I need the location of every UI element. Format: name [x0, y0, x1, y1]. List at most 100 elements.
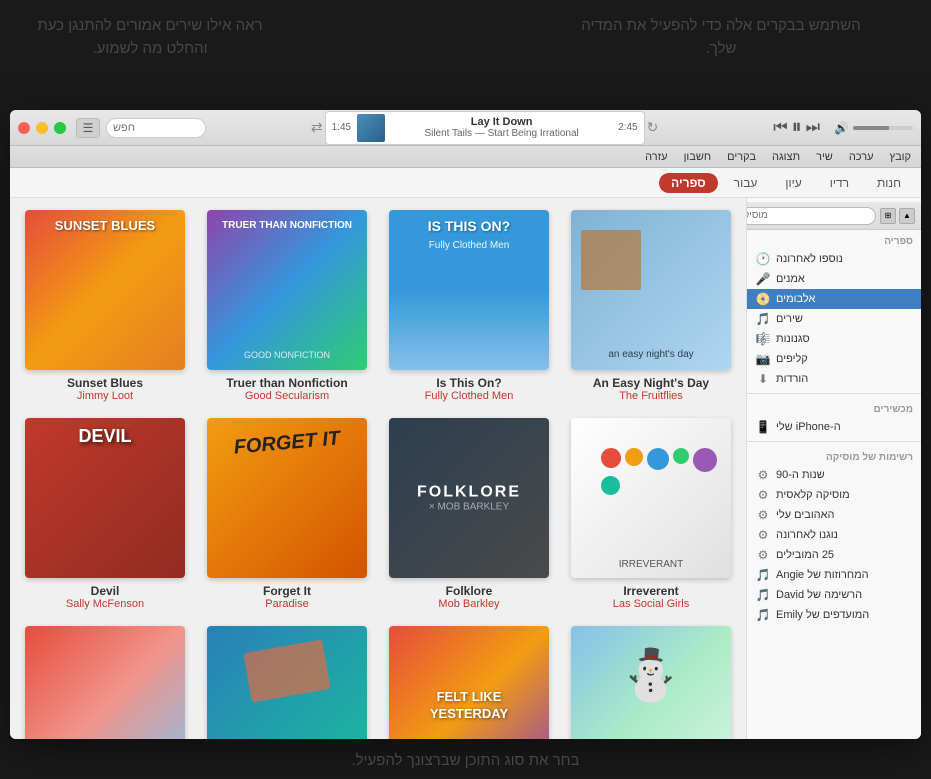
sidebar-header: ‹ › 🎵 ⊞ ▲: [747, 202, 921, 230]
sidebar-item-iphone[interactable]: ה-iPhone שלי 📱: [747, 417, 921, 437]
annotation-top-right: השתמש בבקרים אלה כדי להפעיל את המדיה שלך…: [571, 15, 871, 60]
tab-radio[interactable]: רדיו: [818, 173, 861, 193]
close-button[interactable]: [18, 122, 30, 134]
sidebar-icons: ⊞ ▲: [880, 208, 915, 224]
tab-library[interactable]: ספריה: [659, 173, 718, 193]
fast-forward-button[interactable]: ⏭: [806, 119, 820, 137]
albums-icon: 📀: [755, 292, 771, 306]
time-left: 1:45: [332, 122, 351, 133]
minimize-button[interactable]: [36, 122, 48, 134]
sidebar-divider-2: [747, 441, 921, 442]
track-subtitle: Silent Tails — Start Being Irrational: [391, 128, 612, 139]
album-artist: The Fruitflies: [619, 390, 683, 402]
play-pause-button[interactable]: ⏸: [792, 116, 802, 139]
album-item[interactable]: IS THIS ON? Fully Clothed Men Is This On…: [386, 210, 552, 402]
album-cover-easy: an easy night's day: [571, 210, 731, 370]
menu-account[interactable]: חשבון: [684, 151, 712, 163]
sidebar-item-favorites[interactable]: האהובים עלי ⚙: [747, 505, 921, 525]
album-item[interactable]: DEVIL Devil Sally McFenson: [22, 418, 188, 610]
playlist-top25-icon: ⚙: [755, 548, 771, 562]
sidebar-item-songs[interactable]: שירים 🎵: [747, 309, 921, 329]
album-name: Sunset Blues: [67, 376, 143, 390]
album-grid: SUNSET BLUES Sunset Blues Jimmy Loot TRU…: [22, 210, 734, 739]
album-cover-felt-like-yesterday: FELT LIKEYESTERDAY: [389, 626, 549, 739]
playlist-david-icon: 🎵: [755, 588, 771, 602]
menu-help[interactable]: עזרה: [645, 151, 667, 163]
iphone-icon: 📱: [755, 420, 771, 434]
album-item[interactable]: FOLKLORE × MOB BARKLEY Folklore Mob Bark…: [386, 418, 552, 610]
sidebar-item-emily[interactable]: המועדפים של Emily 🎵: [747, 605, 921, 625]
sidebar-item-artists[interactable]: אמנים 🎤: [747, 269, 921, 289]
album-name: Is This On?: [436, 376, 501, 390]
track-info: Lay It Down Silent Tails — Start Being I…: [391, 116, 612, 139]
sidebar-item-david[interactable]: הרשימה של David 🎵: [747, 585, 921, 605]
playlist-emily-icon: 🎵: [755, 608, 771, 622]
album-cover-isthis: IS THIS ON? Fully Clothed Men: [389, 210, 549, 370]
sidebar-item-90s[interactable]: שנות ה-90 ⚙: [747, 465, 921, 485]
list-view-button[interactable]: ☰: [76, 118, 100, 138]
sidebar-view-toggle[interactable]: ⊞: [880, 208, 896, 224]
now-playing-area: ⇄ 1:45 Lay It Down Silent Tails — Start …: [212, 111, 757, 145]
time-right: 2:45: [618, 122, 637, 133]
menu-view[interactable]: תצוגה: [772, 151, 800, 163]
album-item[interactable]: FELT LIKEYESTERDAY FELT LIKe YESTERDAY: [386, 626, 552, 739]
album-name: Folklore: [446, 584, 493, 598]
album-item[interactable]: TRUER THAN NONFICTION GOOD NONFICTION Tr…: [204, 210, 370, 402]
sidebar-item-classical[interactable]: מוסיקה קלאסית ⚙: [747, 485, 921, 505]
sidebar-item-recently-played[interactable]: נוגנו לאחרונה ⚙: [747, 525, 921, 545]
tab-store[interactable]: חנות: [865, 173, 913, 193]
sidebar-search-input[interactable]: [746, 207, 876, 225]
album-item[interactable]: FORGET IT Forget It Paradise: [204, 418, 370, 610]
menu-bar: עזרה חשבון בקרים תצוגה שיר ערכה קובץ: [10, 146, 921, 168]
album-cover-row3a: [25, 626, 185, 739]
album-name: Forget It: [263, 584, 311, 598]
album-item[interactable]: [204, 626, 370, 739]
album-item[interactable]: an easy night's day An Easy Night's Day …: [568, 210, 734, 402]
sidebar-item-clips[interactable]: קליפים 📷: [747, 349, 921, 369]
volume-icon: 🔊: [834, 121, 849, 135]
album-item[interactable]: ⛄: [568, 626, 734, 739]
sidebar-item-recently-added[interactable]: נוספו לאחרונה 🕐: [747, 249, 921, 269]
sidebar-item-genres[interactable]: סגנונות 🎼: [747, 329, 921, 349]
sidebar-section-library: ספריה: [747, 230, 921, 249]
repeat-button[interactable]: ↻: [645, 119, 661, 136]
shuffle-button[interactable]: ⇄: [309, 119, 325, 136]
playlist-favorites-icon: ⚙: [755, 508, 771, 522]
album-name: An Easy Night's Day: [593, 376, 709, 390]
sidebar-item-top25[interactable]: 25 המובילים ⚙: [747, 545, 921, 565]
album-item[interactable]: SUNSET BLUES Sunset Blues Jimmy Loot: [22, 210, 188, 402]
album-grid-container[interactable]: SUNSET BLUES Sunset Blues Jimmy Loot TRU…: [10, 198, 746, 739]
album-item[interactable]: IRREVERANT Irreverent Las Social Girls: [568, 418, 734, 610]
playlist-90s-icon: ⚙: [755, 468, 771, 482]
tab-browse[interactable]: עיון: [773, 173, 813, 193]
annotation-bottom: בחר את סוג התוכן שברצונך להפעיל.: [0, 752, 931, 769]
menu-edit[interactable]: ערכה: [849, 151, 874, 163]
album-item[interactable]: [22, 626, 188, 739]
tab-forward[interactable]: עבור: [722, 173, 770, 193]
sidebar-item-albums[interactable]: אלבומים 📀: [747, 289, 921, 309]
search-input[interactable]: [106, 118, 206, 138]
album-artist: Good Secularism: [245, 390, 329, 402]
menu-song[interactable]: שיר: [816, 151, 833, 163]
genres-icon: 🎼: [755, 332, 771, 346]
transport-controls: ⏮ ⏸ ⏭: [773, 116, 820, 139]
track-title: Lay It Down: [391, 116, 612, 128]
sidebar-options-button[interactable]: ▲: [899, 208, 915, 224]
volume-slider[interactable]: [853, 126, 913, 130]
album-cover-row3b: [207, 626, 367, 739]
clips-icon: 📷: [755, 352, 771, 366]
album-thumbnail: [357, 114, 385, 142]
album-artist: Jimmy Loot: [77, 390, 133, 402]
now-playing-widget: 1:45 Lay It Down Silent Tails — Start Be…: [325, 111, 645, 145]
playlist-angie-icon: 🎵: [755, 568, 771, 582]
itunes-window: ☰ ⇄ 1:45 Lay It Down Silent Tails — Star…: [10, 110, 921, 739]
sidebar-item-angie[interactable]: המחרוזות של Angie 🎵: [747, 565, 921, 585]
sidebar-item-downloads[interactable]: הורדות ⬇: [747, 369, 921, 389]
rewind-button[interactable]: ⏮: [773, 119, 787, 137]
menu-file[interactable]: קובץ: [890, 151, 911, 163]
album-artist: Paradise: [265, 598, 308, 610]
menu-controls[interactable]: בקרים: [727, 151, 756, 163]
maximize-button[interactable]: [54, 122, 66, 134]
sidebar-section-playlists: רשימות של מוסיקה: [747, 446, 921, 465]
album-artist: Las Social Girls: [613, 598, 689, 610]
